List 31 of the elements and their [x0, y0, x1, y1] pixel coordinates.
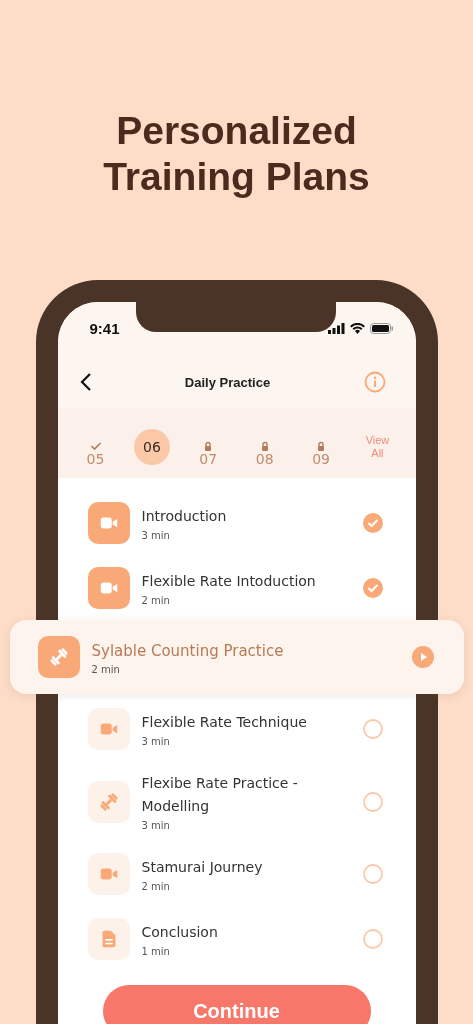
headline: Personalized Training Plans	[102, 108, 371, 200]
lesson-duration: 3 min	[141, 736, 171, 747]
lesson-title: Conclusion	[141, 923, 219, 942]
lesson-title: Flexible Rate Technique	[141, 713, 308, 732]
lesson-row[interactable]: Introduction 3 min	[57, 494, 416, 552]
page-title: Daily Practice	[184, 374, 271, 390]
lesson-duration: 3 min	[141, 820, 171, 831]
lesson-duration: 2 min	[91, 663, 121, 675]
dumbbell-icon	[47, 646, 70, 668]
lesson-row[interactable]: Stamurai Journey 2 min	[57, 845, 416, 903]
lesson-duration: 1 min	[141, 946, 171, 957]
lesson-title: Flexible Rate Intoduction	[141, 572, 317, 591]
lesson-row[interactable]: Conclusion 1 min	[57, 910, 416, 968]
dumbbell-icon	[97, 790, 120, 813]
lesson-title: Introduction	[141, 507, 228, 526]
battery-icon	[369, 322, 394, 334]
lesson-row[interactable]: Flexible Rate Intoduction 2 min	[57, 559, 416, 617]
lesson-duration: 3 min	[141, 530, 171, 541]
status-time: 9:41	[89, 319, 120, 337]
lesson-row[interactable]: Flexibe Rate Practice - Modelling 3 min	[57, 765, 416, 838]
lesson-row[interactable]: Flexible Rate Technique 3 min	[57, 700, 416, 758]
current-lesson-card[interactable]: Sylable Counting Practice 2 min	[9, 620, 464, 694]
lesson-title: Stamurai Journey	[141, 858, 264, 877]
lesson-title: Sylable Counting Practice	[91, 640, 285, 662]
wifi-icon	[349, 322, 365, 334]
lesson-duration: 2 min	[141, 595, 171, 606]
lesson-duration: 2 min	[141, 881, 171, 892]
signal-icon	[327, 322, 345, 334]
lesson-title: Flexibe Rate Practice - Modelling	[141, 774, 299, 816]
play-icon	[411, 646, 434, 668]
day-tab[interactable]: 06	[133, 429, 170, 465]
